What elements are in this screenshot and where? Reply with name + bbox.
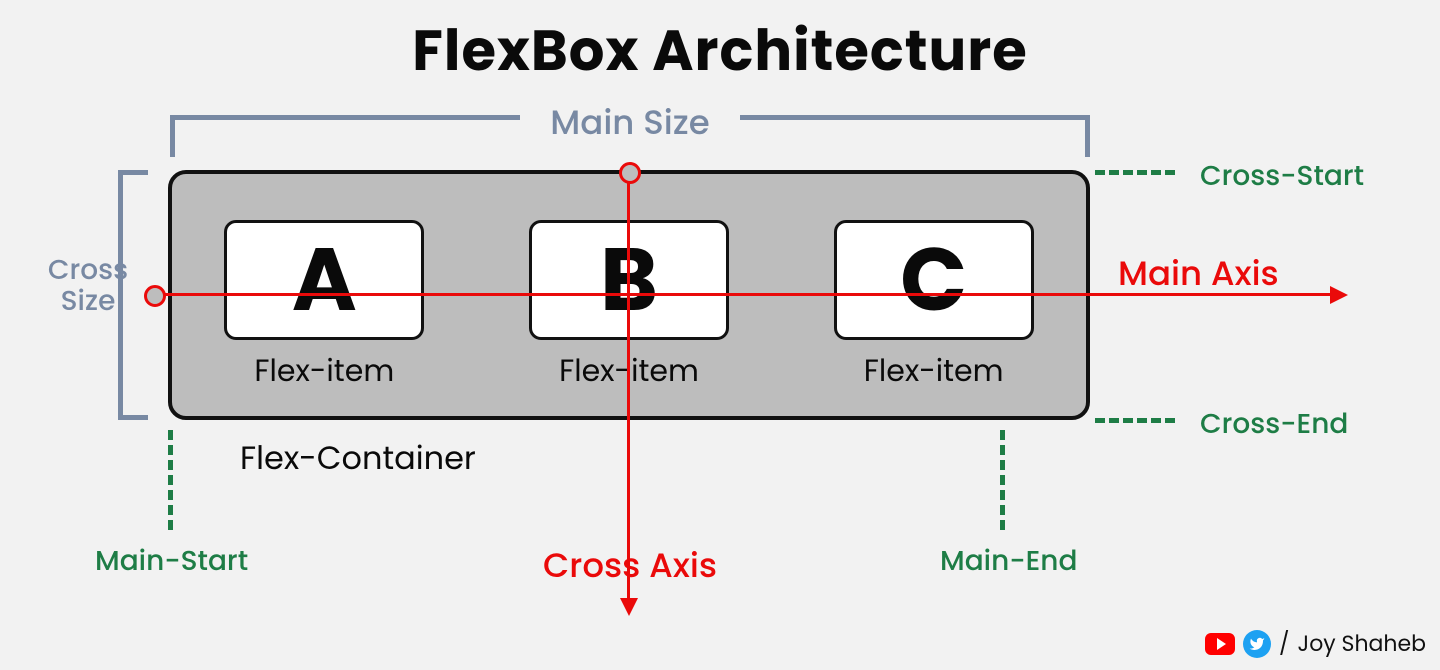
axis-origin-icon <box>619 162 641 184</box>
diagram-canvas: FlexBox Architecture Main Size Cross Siz… <box>0 0 1440 670</box>
main-size-label: Main Size <box>550 97 709 148</box>
flex-item-caption: Flex-item <box>224 348 424 394</box>
main-start-dash <box>168 430 173 530</box>
flex-item-group: A Flex-item <box>224 220 424 394</box>
main-axis-label: Main Axis <box>1118 248 1279 299</box>
credit: / Joy Shaheb <box>1205 627 1426 660</box>
credit-sep: / <box>1279 627 1289 660</box>
cross-axis-label: Cross Axis <box>475 540 785 591</box>
arrow-right-icon <box>1330 286 1348 304</box>
flex-item-group: C Flex-item <box>834 220 1034 394</box>
credit-author: Joy Shaheb <box>1298 627 1426 660</box>
flex-item-letter: C <box>900 214 967 346</box>
twitter-icon <box>1243 630 1271 658</box>
cross-end-dash <box>1095 418 1175 423</box>
main-end-label: Main-End <box>940 540 1077 582</box>
flex-item-a: A <box>224 220 424 340</box>
flex-item-caption: Flex-item <box>834 348 1034 394</box>
main-start-label: Main-Start <box>95 540 248 582</box>
flex-container-label: Flex-Container <box>240 435 476 483</box>
diagram-title: FlexBox Architecture <box>0 8 1440 93</box>
main-end-dash <box>1000 430 1005 530</box>
cross-start-label: Cross-Start <box>1200 155 1364 197</box>
arrow-down-icon <box>620 598 638 616</box>
cross-end-label: Cross-End <box>1200 403 1348 445</box>
flex-item-letter: A <box>292 214 357 346</box>
axis-origin-icon <box>144 285 166 307</box>
flex-item-c: C <box>834 220 1034 340</box>
youtube-icon <box>1205 633 1235 655</box>
cross-axis-line <box>627 172 630 600</box>
cross-size-label: Cross Size <box>28 255 148 317</box>
cross-size-label-line2: Size <box>28 286 148 317</box>
cross-start-dash <box>1095 170 1175 175</box>
